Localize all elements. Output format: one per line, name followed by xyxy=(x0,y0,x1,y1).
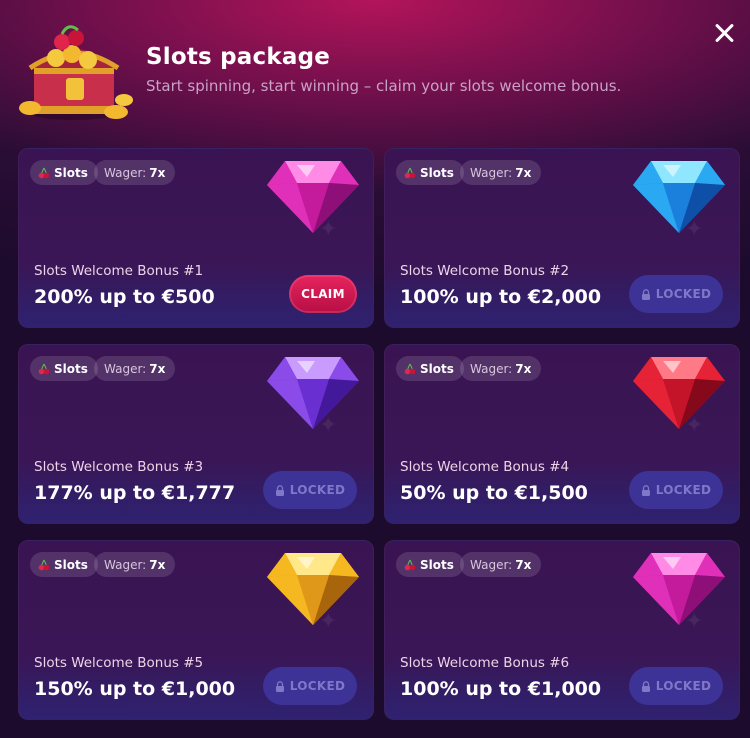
bonus-name: Slots Welcome Bonus #1 xyxy=(34,263,204,279)
bonus-amount: 177% up to €1,777 xyxy=(34,482,236,504)
bonus-amount: 150% up to €1,000 xyxy=(34,678,236,700)
bonus-card-2: ✦ Slots Wager: 7x Slots Welcome Bonus #2 … xyxy=(384,148,740,328)
modal-header: Slots package Start spinning, start winn… xyxy=(0,0,750,140)
cherry-icon xyxy=(38,559,50,571)
lock-icon xyxy=(641,485,651,496)
bonus-amount: 50% up to €1,500 xyxy=(400,482,588,504)
bonus-card-5: ✦ Slots Wager: 7x Slots Welcome Bonus #5 … xyxy=(18,540,374,720)
pink-gem-icon xyxy=(263,148,363,237)
cherry-icon xyxy=(404,167,416,179)
page-subtitle: Start spinning, start winning – claim yo… xyxy=(146,77,622,95)
bonus-name: Slots Welcome Bonus #3 xyxy=(34,459,204,475)
lock-icon xyxy=(641,289,651,300)
wager-tag: Wager: 7x xyxy=(94,552,176,577)
slots-tag: Slots xyxy=(30,552,98,577)
slots-tag: Slots xyxy=(396,356,464,381)
page-title: Slots package xyxy=(146,44,331,70)
lock-icon xyxy=(641,681,651,692)
red-gem-icon xyxy=(629,344,729,433)
wager-tag: Wager: 7x xyxy=(460,552,542,577)
cherry-icon xyxy=(404,559,416,571)
slots-tag: Slots xyxy=(30,356,98,381)
cherry-icon xyxy=(38,363,50,375)
bonus-card-1: ✦ Slots Wager: 7x Slots Welcome Bonus #1 … xyxy=(18,148,374,328)
close-icon[interactable] xyxy=(712,20,738,46)
wager-tag: Wager: 7x xyxy=(460,160,542,185)
bonus-card-4: ✦ Slots Wager: 7x Slots Welcome Bonus #4 … xyxy=(384,344,740,524)
bonus-amount: 100% up to €1,000 xyxy=(400,678,602,700)
locked-button[interactable]: LOCKED xyxy=(629,667,723,705)
locked-button[interactable]: LOCKED xyxy=(263,667,357,705)
pink-gem-icon xyxy=(629,540,729,629)
wager-tag: Wager: 7x xyxy=(94,356,176,381)
bonus-card-6: ✦ Slots Wager: 7x Slots Welcome Bonus #6 … xyxy=(384,540,740,720)
slots-tag: Slots xyxy=(30,160,98,185)
lock-icon xyxy=(275,681,285,692)
locked-button[interactable]: LOCKED xyxy=(629,471,723,509)
bonus-name: Slots Welcome Bonus #5 xyxy=(34,655,204,671)
wager-tag: Wager: 7x xyxy=(460,356,542,381)
yellow-gem-icon xyxy=(263,540,363,629)
slots-tag: Slots xyxy=(396,160,464,185)
treasure-chest-icon xyxy=(19,25,133,120)
slots-tag: Slots xyxy=(396,552,464,577)
claim-button[interactable]: CLAIM xyxy=(289,275,357,313)
wager-tag: Wager: 7x xyxy=(94,160,176,185)
bonus-name: Slots Welcome Bonus #4 xyxy=(400,459,570,475)
bonus-name: Slots Welcome Bonus #2 xyxy=(400,263,570,279)
lock-icon xyxy=(275,485,285,496)
cherry-icon xyxy=(38,167,50,179)
bonus-name: Slots Welcome Bonus #6 xyxy=(400,655,570,671)
cherry-icon xyxy=(404,363,416,375)
locked-button[interactable]: LOCKED xyxy=(263,471,357,509)
bonus-card-3: ✦ Slots Wager: 7x Slots Welcome Bonus #3 … xyxy=(18,344,374,524)
bonus-amount: 200% up to €500 xyxy=(34,286,215,308)
locked-button[interactable]: LOCKED xyxy=(629,275,723,313)
blue-gem-icon xyxy=(629,148,729,237)
bonus-amount: 100% up to €2,000 xyxy=(400,286,602,308)
purple-gem-icon xyxy=(263,344,363,433)
